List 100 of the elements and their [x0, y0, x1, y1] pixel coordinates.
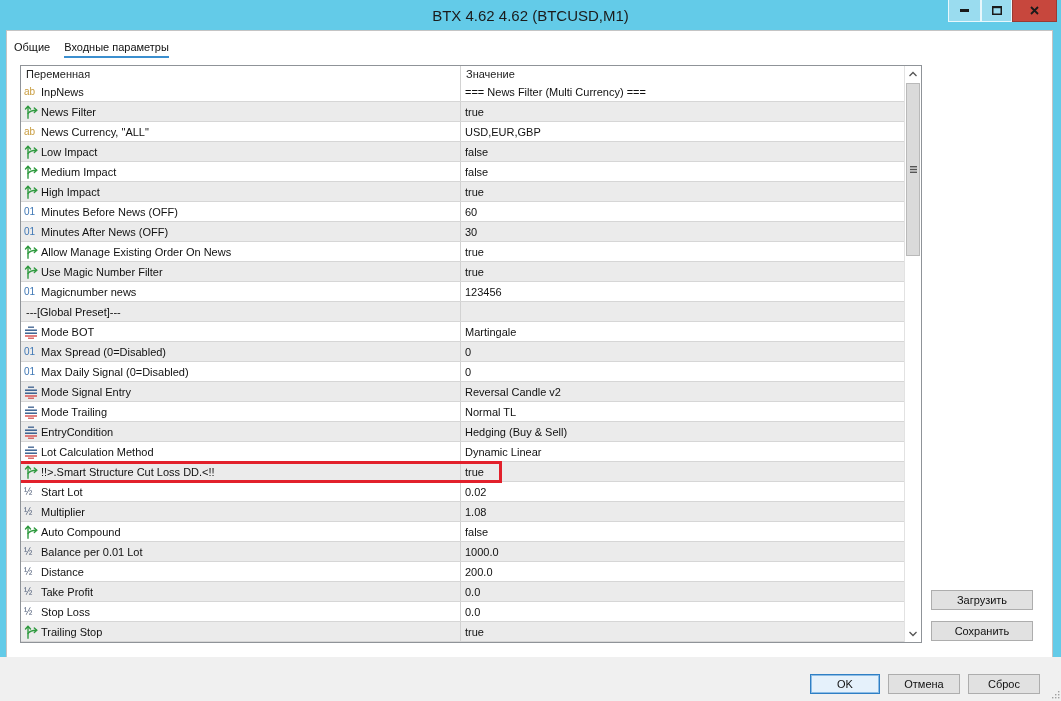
parameter-name: Max Spread (0=Disabled) — [41, 345, 167, 358]
dialog-button[interactable]: Отмена — [888, 674, 960, 694]
column-header: Переменная — [26, 68, 91, 80]
parameter-row[interactable]: ---[Global Preset]--- — [21, 302, 904, 322]
type-glyph: ½ — [24, 545, 34, 558]
parameter-name: Medium Impact — [41, 165, 117, 178]
column-header: Значение — [466, 68, 515, 80]
tab[interactable]: Общие — [14, 40, 51, 58]
parameter-row[interactable]: !!>.Smart Structure Cut Loss DD.<!! true — [21, 462, 904, 482]
side-button[interactable]: Сохранить — [931, 621, 1033, 641]
parameter-row[interactable]: ½ Stop Loss 0.0 — [21, 602, 904, 622]
parameter-name: Multiplier — [41, 505, 85, 518]
parameter-value: false — [465, 525, 489, 538]
parameter-row[interactable]: ab News Currency, "ALL" USD,EUR,GBP — [21, 122, 904, 142]
parameter-name: Low Impact — [41, 145, 98, 158]
list-lines-icon — [24, 384, 38, 399]
parameter-row[interactable]: Mode Trailing Normal TL — [21, 402, 904, 422]
type-glyph: ½ — [24, 605, 34, 618]
parameter-row[interactable]: Allow Manage Existing Order On News true — [21, 242, 904, 262]
parameter-value: Dynamic Linear — [465, 445, 542, 458]
window-title: BTX 4.62 4.62 (BTCUSD,M1) — [432, 6, 629, 24]
scrollbar[interactable] — [904, 66, 921, 642]
scroll-thumb[interactable] — [906, 83, 920, 256]
parameter-value: true — [465, 625, 484, 638]
resize-grip-icon[interactable] — [1052, 691, 1060, 699]
parameter-row[interactable]: ½ Multiplier 1.08 — [21, 502, 904, 522]
parameter-name: Use Magic Number Filter — [41, 265, 163, 278]
parameter-value: 60 — [465, 205, 478, 218]
parameter-name: EntryCondition — [41, 425, 114, 438]
parameter-value: true — [465, 245, 484, 258]
parameter-name: High Impact — [41, 185, 100, 198]
parameter-value: false — [465, 145, 489, 158]
parameter-value: true — [465, 185, 484, 198]
parameter-name: News Currency, "ALL" — [41, 125, 149, 138]
parameter-name: Lot Calculation Method — [41, 445, 154, 458]
parameter-row[interactable]: 01 Minutes Before News (OFF) 60 — [21, 202, 904, 222]
parameter-row[interactable]: Auto Compound false — [21, 522, 904, 542]
dialog-button[interactable]: OK — [810, 674, 880, 694]
parameter-value: 0.0 — [465, 605, 481, 618]
parameter-name: Auto Compound — [41, 525, 121, 538]
parameter-row[interactable]: Mode Signal Entry Reversal Candle v2 — [21, 382, 904, 402]
maximize-button[interactable] — [981, 0, 1012, 22]
type-glyph: ab — [24, 85, 37, 98]
parameter-row[interactable]: ½ Start Lot 0.02 — [21, 482, 904, 502]
minimize-button[interactable] — [948, 0, 981, 22]
type-glyph: 01 — [24, 225, 37, 238]
parameter-row[interactable]: 01 Max Daily Signal (0=Disabled) 0 — [21, 362, 904, 382]
parameter-value: 1.08 — [465, 505, 487, 518]
parameter-name: Stop Loss — [41, 605, 90, 618]
side-button[interactable]: Загрузить — [931, 590, 1033, 610]
branch-arrow-icon — [24, 524, 38, 539]
list-lines-icon — [24, 424, 38, 439]
minimize-icon — [960, 9, 969, 12]
parameter-row[interactable]: Medium Impact false — [21, 162, 904, 182]
parameter-name: Max Daily Signal (0=Disabled) — [41, 365, 189, 378]
parameter-value: true — [465, 465, 484, 478]
branch-arrow-icon — [24, 464, 38, 479]
parameter-row[interactable]: Mode BOT Martingale — [21, 322, 904, 342]
dialog-button[interactable]: Сброс — [968, 674, 1040, 694]
parameter-name: Mode Signal Entry — [41, 385, 131, 398]
parameter-row[interactable]: 01 Minutes After News (OFF) 30 — [21, 222, 904, 242]
parameter-value: false — [465, 165, 489, 178]
parameter-row[interactable]: Use Magic Number Filter true — [21, 262, 904, 282]
type-glyph: ½ — [24, 485, 34, 498]
parameter-row[interactable]: ½ Balance per 0.01 Lot 1000.0 — [21, 542, 904, 562]
parameter-value: true — [465, 105, 484, 118]
parameter-row[interactable]: ½ Distance 200.0 — [21, 562, 904, 582]
type-glyph: ½ — [24, 565, 34, 578]
parameter-row[interactable]: High Impact true — [21, 182, 904, 202]
parameter-name: Mode BOT — [41, 325, 95, 338]
tab[interactable]: Входные параметры — [64, 40, 169, 58]
parameter-row[interactable]: Trailing Stop true — [21, 622, 904, 642]
parameter-name: Minutes After News (OFF) — [41, 225, 169, 238]
list-lines-icon — [24, 324, 38, 339]
branch-arrow-icon — [24, 144, 38, 159]
parameter-value: 1000.0 — [465, 545, 499, 558]
parameter-name: Trailing Stop — [41, 625, 103, 638]
parameter-row[interactable]: EntryCondition Hedging (Buy & Sell) — [21, 422, 904, 442]
parameter-value: 123456 — [465, 285, 502, 298]
type-glyph: ½ — [24, 585, 34, 598]
parameter-row[interactable]: Low Impact false — [21, 142, 904, 162]
parameter-row[interactable]: 01 Magicnumber news 123456 — [21, 282, 904, 302]
parameter-value: === News Filter (Multi Currency) === — [465, 85, 646, 98]
parameter-value: true — [465, 265, 484, 278]
parameter-row[interactable]: ab InpNews === News Filter (Multi Currency) === — [21, 82, 904, 102]
type-glyph: 01 — [24, 285, 37, 298]
parameter-name: Mode Trailing — [41, 405, 108, 418]
type-glyph: ab — [24, 125, 37, 138]
parameter-row[interactable]: News Filter true — [21, 102, 904, 122]
branch-arrow-icon — [24, 244, 38, 259]
type-glyph: 01 — [24, 205, 37, 218]
parameter-row[interactable]: ½ Take Profit 0.0 — [21, 582, 904, 602]
parameter-row[interactable]: 01 Max Spread (0=Disabled) 0 — [21, 342, 904, 362]
branch-arrow-icon — [24, 184, 38, 199]
maximize-icon — [991, 6, 1002, 15]
parameter-name: Start Lot — [41, 485, 83, 498]
parameter-value: 200.0 — [465, 565, 493, 578]
type-glyph: ½ — [24, 505, 34, 518]
parameter-value: USD,EUR,GBP — [465, 125, 541, 138]
type-glyph: 01 — [24, 345, 37, 358]
